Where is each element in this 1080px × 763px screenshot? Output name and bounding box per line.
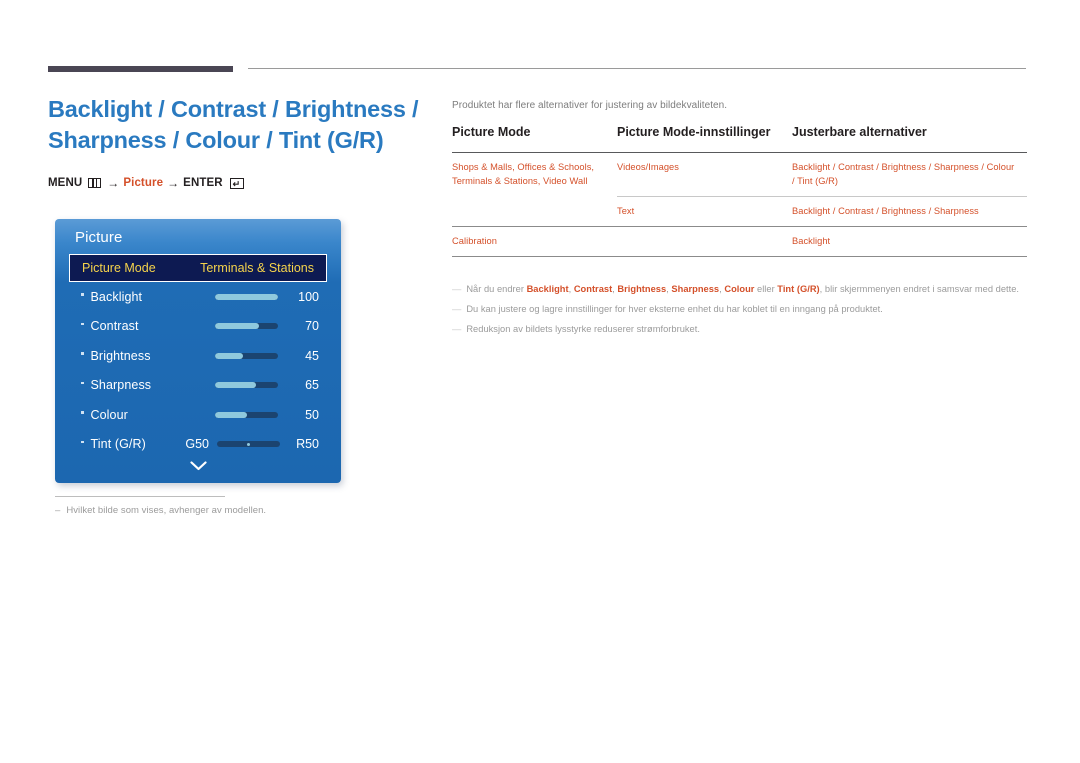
footnote-text-row: – Hvilket bilde som vises, avhenger av m… [55, 505, 355, 516]
note-item: — Du kan justere og lagre innstillinger … [452, 303, 1027, 316]
slider-backlight[interactable] [215, 293, 278, 300]
osd-row-contrast[interactable]: Contrast 70 [67, 312, 329, 342]
osd-row-colour-value: 50 [305, 407, 319, 422]
breadcrumb-arrow-2: → [167, 176, 180, 190]
osd-row-colour-label: Colour [90, 407, 128, 422]
note-dash: — [452, 324, 462, 334]
osd-row-contrast-label: Contrast [90, 319, 139, 334]
slider-contrast[interactable] [215, 323, 278, 330]
table-bottom-rule [452, 256, 1027, 257]
bullet-icon [81, 293, 84, 296]
osd-row-backlight[interactable]: Backlight 100 [67, 282, 329, 312]
page-title: Backlight / Contrast / Brightness / Shar… [48, 96, 419, 153]
osd-row-sharpness[interactable]: Sharpness 65 [67, 371, 329, 401]
left-column: Backlight / Contrast / Brightness / Shar… [48, 94, 438, 190]
enter-key-icon: ↵ [229, 177, 244, 189]
chevron-down-icon[interactable] [55, 459, 341, 474]
osd-row-brightness-label: Brightness [90, 348, 151, 363]
breadcrumb-picture-label: Picture [123, 177, 164, 189]
picture-mode-table: Picture Mode Picture Mode-innstillinger … [452, 124, 1027, 257]
table-row: Shops & Malls, Offices & Schools, Termin… [452, 153, 1027, 197]
osd-row-backlight-value: 100 [298, 289, 319, 304]
osd-row-backlight-label: Backlight [90, 289, 143, 304]
bullet-icon [81, 381, 84, 384]
note-item: — Når du endrer Backlight, Contrast, Bri… [452, 283, 1027, 296]
note-dash: — [452, 284, 462, 294]
osd-row-sharpness-label: Sharpness [90, 378, 152, 393]
osd-row-picture-mode[interactable]: Picture Mode Terminals & Stations [69, 254, 327, 282]
footnote-dash: – [55, 505, 61, 516]
table-header-row: Picture Mode Picture Mode-innstillinger … [452, 124, 1027, 153]
bullet-icon [81, 352, 84, 355]
table-cell-options-1: Backlight / Contrast / Brightness / Shar… [792, 162, 1015, 186]
table-row: Calibration Backlight [452, 226, 1027, 257]
table-cell-mode-3: Calibration [452, 226, 617, 257]
slider-tint[interactable] [217, 441, 280, 448]
slider-colour-fill [215, 411, 247, 418]
notes-list: — Når du endrer Backlight, Contrast, Bri… [452, 283, 1027, 343]
table-cell-options-2: Backlight / Contrast / Brightness / Shar… [792, 196, 1027, 227]
osd-row-contrast-control[interactable]: 70 [215, 319, 319, 333]
osd-row-tint-label: Tint (G/R) [90, 437, 146, 452]
breadcrumb-arrow-1: → [107, 176, 120, 190]
slider-brightness[interactable] [215, 352, 278, 359]
slider-backlight-fill [215, 293, 278, 300]
breadcrumb-menu-label: MENU [48, 177, 83, 189]
osd-row-tint-control[interactable]: G50 R50 [179, 437, 319, 451]
table-header-picture-mode-settings: Picture Mode-innstillinger [617, 124, 792, 153]
osd-row-sharpness-control[interactable]: 65 [215, 378, 319, 392]
osd-row-contrast-value: 70 [305, 319, 319, 334]
osd-row-picture-mode-value: Terminals & Stations [200, 261, 314, 275]
note-text: Når du endrer Backlight, Contrast, Brigh… [466, 284, 1020, 294]
slider-brightness-fill [215, 352, 244, 359]
table-cell-options-3: Backlight [792, 226, 1027, 257]
breadcrumb-enter-label: ENTER [183, 177, 223, 189]
note-dash: — [452, 304, 462, 314]
slider-tint-knob [247, 442, 250, 446]
note-text: Du kan justere og lagre innstillinger fo… [466, 304, 883, 314]
intro-text: Produktet har flere alternativer for jus… [452, 100, 728, 111]
osd-panel-title: Picture [75, 229, 123, 246]
osd-row-brightness-value: 45 [305, 348, 319, 363]
slider-sharpness[interactable] [215, 382, 278, 389]
footnote-divider [55, 496, 225, 497]
osd-row-brightness-control[interactable]: 45 [215, 349, 319, 363]
osd-row-picture-mode-label: Picture Mode [82, 261, 156, 275]
table-cell-mode-1: Shops & Malls, Offices & Schools, Termin… [452, 162, 595, 186]
note-text: Reduksjon av bildets lysstyrke reduserer… [466, 324, 700, 334]
table-bottom-rule-cell [452, 256, 1027, 257]
bullet-icon [81, 411, 84, 414]
breadcrumb: MENU → Picture → ENTER ↵ [48, 176, 438, 190]
slider-contrast-fill [215, 323, 260, 330]
table-header-picture-mode: Picture Mode [452, 124, 617, 153]
osd-row-brightness[interactable]: Brightness 45 [67, 341, 329, 371]
osd-row-sharpness-value: 65 [305, 378, 319, 393]
osd-row-tint-right-value: R50 [296, 437, 319, 452]
osd-row-tint-left-value: G50 [185, 437, 209, 452]
slider-sharpness-fill [215, 382, 256, 389]
osd-row-tint[interactable]: Tint (G/R) G50 R50 [67, 430, 329, 460]
table-header-adjustable-options: Justerbare alternativer [792, 124, 1027, 153]
osd-row-colour-control[interactable]: 50 [215, 408, 319, 422]
right-column: Produktet har flere alternativer for jus… [452, 100, 1027, 257]
note-item: — Reduksjon av bildets lysstyrke reduser… [452, 323, 1027, 336]
osd-menu-list: Picture Mode Terminals & Stations Backli… [55, 254, 341, 459]
manual-page: Backlight / Contrast / Brightness / Shar… [0, 0, 1080, 763]
footnote-text: Hvilket bilde som vises, avhenger av mod… [66, 505, 267, 516]
header-rule-accent [48, 66, 233, 72]
osd-row-backlight-control[interactable]: 100 [215, 290, 319, 304]
osd-row-colour[interactable]: Colour 50 [67, 400, 329, 430]
osd-picture-panel: Picture Picture Mode Terminals & Station… [55, 219, 341, 483]
table-cell-setting-1: Videos/Images [617, 162, 679, 172]
bullet-icon [81, 322, 84, 325]
table-cell-setting-3 [617, 226, 792, 257]
header-rule-line [248, 68, 1026, 69]
slider-colour[interactable] [215, 411, 278, 418]
bullet-icon [81, 440, 84, 443]
menu-grid-icon [88, 178, 102, 188]
table-cell-setting-2: Text [617, 196, 792, 227]
left-footnote: – Hvilket bilde som vises, avhenger av m… [55, 496, 355, 516]
